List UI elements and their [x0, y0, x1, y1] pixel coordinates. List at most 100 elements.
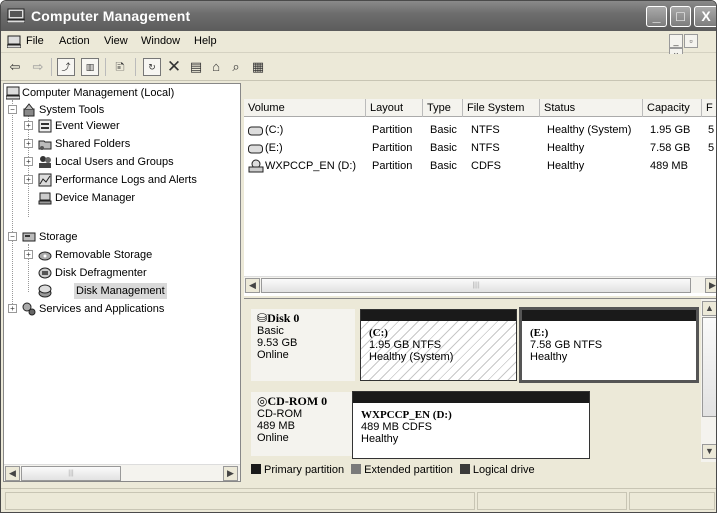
disk-name-text: CD-ROM 0	[267, 394, 328, 408]
partition-info: (C:) 1.95 GB NTFS Healthy (System)	[361, 321, 516, 369]
tree-horizontal-scrollbar[interactable]: ◀ ||| ▶	[4, 464, 240, 481]
scroll-left-icon[interactable]: ◀	[5, 466, 20, 481]
forward-icon[interactable]: ⇨	[29, 58, 47, 76]
removable-storage-icon	[38, 251, 52, 261]
properties-icon[interactable]: 🗈	[111, 58, 129, 76]
menu-window[interactable]: Window	[141, 35, 180, 47]
partition-detail: 7.58 GB NTFS	[530, 339, 603, 351]
cdrom-0-info[interactable]: ◎CD-ROM 0 CD-ROM 489 MB Online	[251, 392, 355, 456]
help-topics-icon[interactable]: ▦	[249, 58, 267, 76]
column-header-file-system[interactable]: File System	[463, 99, 540, 117]
legend-label: Extended partition	[364, 464, 453, 476]
disk-management-icon	[38, 284, 52, 298]
up-level-icon[interactable]: ⤴	[57, 58, 75, 76]
status-segment	[629, 492, 715, 510]
primary-partition-bar	[361, 310, 516, 321]
column-header-type[interactable]: Type	[423, 99, 463, 117]
table-row[interactable]: (C:) Partition Basic NTFS Healthy (Syste…	[244, 122, 716, 139]
menu-file[interactable]: File	[26, 35, 44, 47]
primary-partition-swatch	[251, 464, 261, 474]
primary-partition-bar	[522, 310, 696, 321]
tree-label: Disk Management	[74, 283, 167, 299]
type-cell: Basic	[430, 124, 457, 136]
fs-cell: CDFS	[471, 160, 501, 172]
tree-label: Performance Logs and Alerts	[55, 174, 197, 186]
volume-list-header: Volume Layout Type File System Status Ca…	[244, 99, 716, 117]
menu-help[interactable]: Help	[194, 35, 217, 47]
collapse-icon[interactable]: −	[8, 232, 17, 241]
type-cell: Basic	[430, 160, 457, 172]
mdi-minimize-button[interactable]: _	[669, 34, 683, 48]
status-cell: Healthy	[547, 142, 585, 154]
column-header-layout[interactable]: Layout	[366, 99, 423, 117]
expand-icon[interactable]: +	[24, 250, 33, 259]
toolbar-separator	[135, 58, 136, 76]
collapse-icon[interactable]: −	[8, 105, 17, 114]
tree-label: Disk Defragmenter	[55, 267, 147, 279]
tree-label: Removable Storage	[55, 249, 153, 261]
free-cell: 5	[708, 142, 715, 154]
maximize-button[interactable]: □	[670, 6, 691, 27]
expand-icon[interactable]: +	[24, 139, 33, 148]
scrollbar-thumb[interactable]: |||	[21, 466, 121, 481]
tree-line	[12, 100, 13, 312]
partition-detail: 489 MB CDFS	[361, 421, 432, 433]
refresh-icon[interactable]: ↻	[143, 58, 161, 76]
minimize-button[interactable]: _	[646, 6, 667, 27]
menu-action[interactable]: Action	[59, 35, 90, 47]
disk-name-text: Disk 0	[267, 311, 300, 325]
menu-view[interactable]: View	[104, 35, 128, 47]
close-button[interactable]: X	[694, 6, 716, 27]
table-row[interactable]: (E:) Partition Basic NTFS Healthy 7.58 G…	[244, 140, 716, 157]
layout-cell: Partition	[372, 142, 413, 154]
show-hide-tree-icon[interactable]: ▥	[81, 58, 99, 76]
disk-view-vertical-scrollbar[interactable]: ▲ ▼	[701, 299, 716, 462]
cd-drive-icon: ◎	[257, 394, 268, 408]
device-manager-icon	[38, 192, 52, 205]
partition-d[interactable]: WXPCCP_EN (D:) 489 MB CDFS Healthy	[352, 391, 590, 459]
delete-icon[interactable]: ✕	[165, 58, 183, 76]
maximize-icon: □	[676, 8, 685, 24]
column-header-capacity[interactable]: Capacity	[643, 99, 702, 117]
back-icon[interactable]: ⇦	[6, 58, 24, 76]
column-header-volume[interactable]: Volume	[244, 99, 366, 117]
disk-0-info[interactable]: ⛁Disk 0 Basic 9.53 GB Online	[251, 309, 355, 381]
scroll-right-icon[interactable]: ▶	[705, 278, 716, 293]
drive-icon	[248, 144, 263, 154]
expand-icon[interactable]: +	[24, 175, 33, 184]
performance-icon	[38, 173, 52, 187]
scrollbar-thumb[interactable]	[702, 317, 716, 417]
volume-list-horizontal-scrollbar[interactable]: ◀ |||| ▶	[244, 276, 716, 293]
partition-e[interactable]: (E:) 7.58 GB NTFS Healthy	[519, 307, 699, 383]
capacity-cell: 7.58 GB	[650, 142, 691, 154]
table-row[interactable]: WXPCCP_EN (D:) Partition Basic CDFS Heal…	[244, 158, 716, 175]
mdi-restore-button[interactable]: ▫	[684, 34, 698, 48]
scroll-left-icon[interactable]: ◀	[245, 278, 260, 293]
search-icon[interactable]: ⌕	[227, 58, 245, 76]
expand-icon[interactable]: +	[8, 304, 17, 313]
free-cell: 5	[708, 124, 715, 136]
volume-cell: (E:)	[265, 142, 283, 154]
column-header-free-space[interactable]: F	[702, 99, 716, 117]
disk-size: 489 MB	[257, 420, 295, 432]
volume-cell: WXPCCP_EN (D:)	[265, 160, 357, 172]
scroll-right-icon[interactable]: ▶	[223, 466, 238, 481]
mmc-document-icon[interactable]	[7, 35, 21, 48]
scrollbar-thumb[interactable]: ||||	[261, 278, 691, 293]
properties-sheet-icon[interactable]: ▤	[187, 58, 205, 76]
graphical-disk-view: ⛁Disk 0 Basic 9.53 GB Online (C:) 1.95 G…	[244, 298, 716, 482]
volume-cell: (C:)	[265, 124, 284, 136]
scroll-down-icon[interactable]: ▼	[702, 444, 716, 459]
legend-label: Primary partition	[264, 464, 345, 476]
tree-label: Event Viewer	[55, 120, 120, 132]
logical-drive-swatch	[459, 464, 470, 474]
open-folder-icon[interactable]: ⌂	[207, 58, 225, 76]
scroll-up-icon[interactable]: ▲	[702, 301, 716, 316]
partition-c[interactable]: (C:) 1.95 GB NTFS Healthy (System)	[360, 309, 517, 381]
title-bar[interactable]: Computer Management _ □ X	[1, 1, 716, 31]
status-cell: Healthy (System)	[547, 124, 632, 136]
column-header-status[interactable]: Status	[540, 99, 643, 117]
expand-icon[interactable]: +	[24, 121, 33, 130]
shared-folders-icon	[38, 140, 52, 150]
expand-icon[interactable]: +	[24, 157, 33, 166]
